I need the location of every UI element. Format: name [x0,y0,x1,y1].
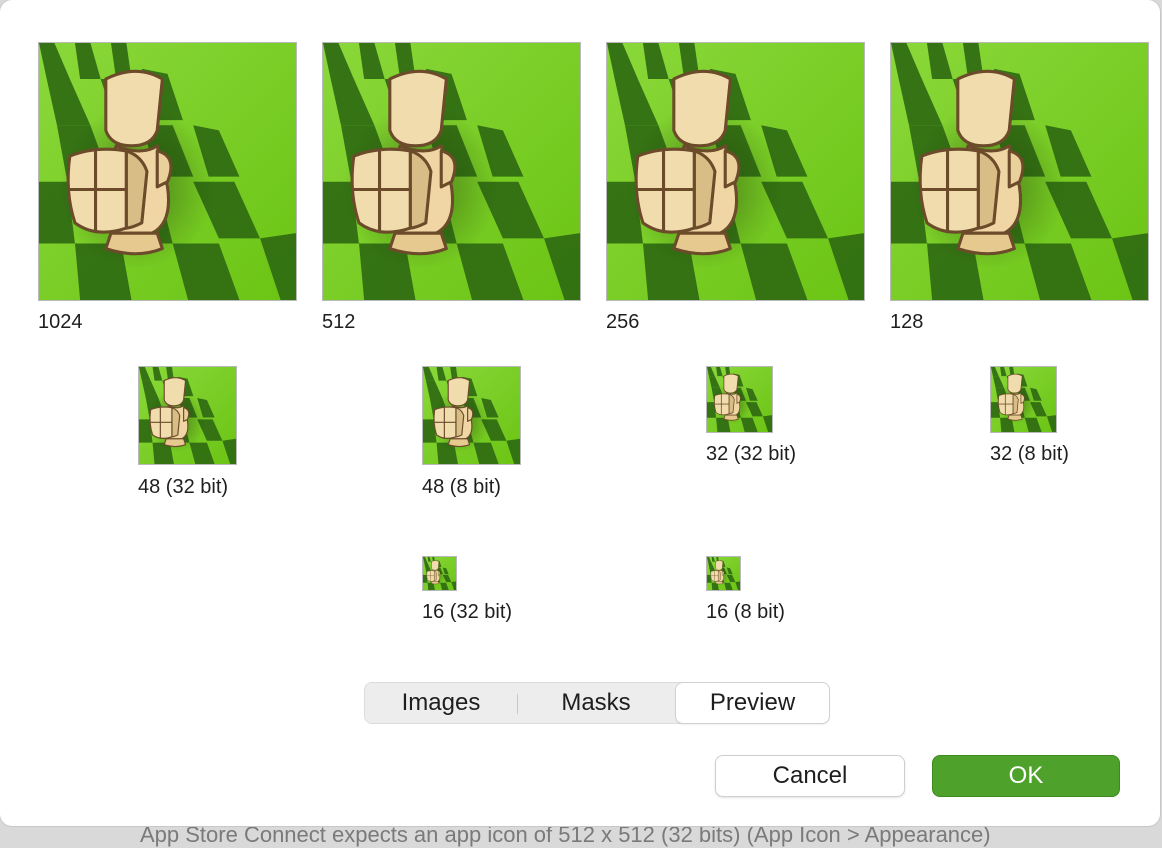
icon-preview-48-32bit [138,366,237,465]
chess-knight-board-icon [991,367,1056,432]
chess-knight-board-icon [707,367,772,432]
chess-knight-board-icon [39,43,296,300]
chess-knight-board-icon [423,367,520,464]
ok-button[interactable]: OK [932,755,1120,797]
icon-label-256: 256 [606,311,640,333]
chess-knight-board-icon [607,43,864,300]
view-mode-segmented-control: Images Masks Preview [364,682,830,724]
icon-preview-16-32bit [422,556,457,591]
icon-preview-256 [606,42,865,301]
icon-label-128: 128 [890,311,924,333]
icon-preview-32-8bit [990,366,1057,433]
icon-label-48-32bit: 48 (32 bit) [138,476,229,498]
icon-label-32-32bit: 32 (32 bit) [706,443,797,465]
chess-knight-board-icon [323,43,580,300]
icon-label-1024: 1024 [38,311,83,333]
cancel-button[interactable]: Cancel [715,755,905,797]
tab-preview[interactable]: Preview [676,683,829,723]
tab-masks[interactable]: Masks [520,683,672,723]
tab-images[interactable]: Images [365,683,517,723]
icon-preview-16-8bit [706,556,741,591]
icon-label-16-8bit: 16 (8 bit) [706,601,785,623]
icon-label-48-8bit: 48 (8 bit) [422,476,501,498]
icon-label-32-8bit: 32 (8 bit) [990,443,1069,465]
chess-knight-board-icon [423,557,456,590]
chess-knight-board-icon [891,43,1148,300]
icon-preview-1024 [38,42,297,301]
icon-label-512: 512 [322,311,356,333]
icon-preview-dialog: 1024 512 256 128 48 (32 bit) 48 (8 bit) … [0,0,1160,826]
icon-preview-128 [890,42,1149,301]
icon-label-16-32bit: 16 (32 bit) [422,601,513,623]
segment-divider [517,694,518,714]
icon-preview-32-32bit [706,366,773,433]
chess-knight-board-icon [707,557,740,590]
icon-preview-48-8bit [422,366,521,465]
icon-preview-512 [322,42,581,301]
chess-knight-board-icon [139,367,236,464]
